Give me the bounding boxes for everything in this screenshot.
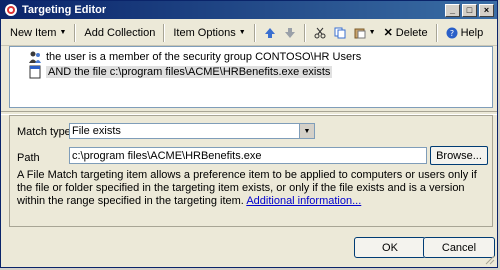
path-input[interactable]: c:\program files\ACME\HRBenefits.exe (69, 147, 427, 164)
tree-item-label: AND the file c:\program files\ACME\HRBen… (46, 65, 333, 78)
chevron-down-icon: ▼ (238, 29, 246, 36)
match-type-value: File exists (72, 125, 121, 137)
new-item-button[interactable]: New Item ▼ (7, 23, 69, 43)
clipboard-icon (354, 28, 366, 38)
chevron-down-icon[interactable]: ▼ (299, 124, 314, 138)
move-down-button[interactable] (281, 23, 299, 43)
toolbar: New Item ▼ Add Collection Item Options ▼… (1, 20, 497, 46)
match-type-select[interactable]: File exists ▼ (69, 123, 315, 139)
toolbar-separator (163, 23, 166, 42)
properties-panel: Match type File exists ▼ Path c:\program… (9, 115, 493, 227)
svg-text:?: ? (449, 29, 453, 38)
window-title: Targeting Editor (22, 4, 107, 16)
additional-information-link[interactable]: Additional information... (246, 195, 361, 207)
resize-grip-icon[interactable] (484, 254, 495, 265)
minimize-button[interactable]: _ (445, 3, 460, 17)
tree-item-file-match[interactable]: AND the file c:\program files\ACME\HRBen… (28, 64, 333, 79)
toolbar-separator (74, 23, 77, 42)
toolbar-separator (303, 23, 306, 42)
toolbar-separator (435, 23, 438, 42)
toolbar-separator (253, 23, 256, 42)
help-button[interactable]: ? Help (443, 23, 487, 43)
browse-button[interactable]: Browse... (430, 146, 488, 165)
browse-label: Browse... (436, 149, 482, 162)
arrow-up-icon (264, 27, 275, 38)
path-label: Path (17, 152, 40, 164)
item-options-label: Item Options (173, 26, 236, 39)
new-item-label: New Item (10, 26, 57, 39)
close-button[interactable]: × (479, 3, 494, 17)
arrow-down-icon (284, 27, 295, 38)
cut-button[interactable] (311, 23, 329, 43)
add-collection-label: Add Collection (84, 26, 156, 39)
tree-item-security-group[interactable]: the user is a member of the security gro… (28, 49, 361, 64)
scissors-icon (314, 27, 326, 38)
ok-button[interactable]: OK (354, 237, 426, 258)
file-icon (28, 65, 42, 79)
title-bar[interactable]: Targeting Editor _ □ × (1, 1, 497, 19)
help-icon: ? (446, 27, 458, 38)
match-type-label: Match type (17, 126, 71, 138)
copy-button[interactable] (331, 23, 349, 43)
chevron-down-icon: ▼ (368, 29, 376, 36)
delete-label: Delete (395, 26, 428, 39)
copy-icon (334, 27, 346, 38)
chevron-down-icon: ▼ (59, 29, 67, 36)
item-options-button[interactable]: Item Options ▼ (170, 23, 248, 43)
target-icon (4, 3, 18, 17)
targeting-items-tree[interactable]: the user is a member of the security gro… (9, 46, 493, 108)
targeting-editor-window: Targeting Editor _ □ × New Item ▼ Add Co… (0, 0, 498, 268)
delete-button[interactable]: ✕ Delete (381, 23, 431, 43)
help-label: Help (460, 26, 484, 39)
cancel-label: Cancel (441, 241, 477, 254)
description-text: A File Match targeting item allows a pre… (17, 169, 483, 208)
move-up-button[interactable] (261, 23, 279, 43)
add-collection-button[interactable]: Add Collection (81, 23, 158, 43)
maximize-button[interactable]: □ (462, 3, 477, 17)
paste-button[interactable]: ▼ (351, 23, 379, 43)
users-icon (28, 50, 42, 64)
path-value: c:\program files\ACME\HRBenefits.exe (72, 149, 262, 162)
delete-icon: ✕ (383, 27, 393, 39)
ok-label: OK (382, 241, 398, 254)
tree-item-label: the user is a member of the security gro… (46, 50, 362, 63)
